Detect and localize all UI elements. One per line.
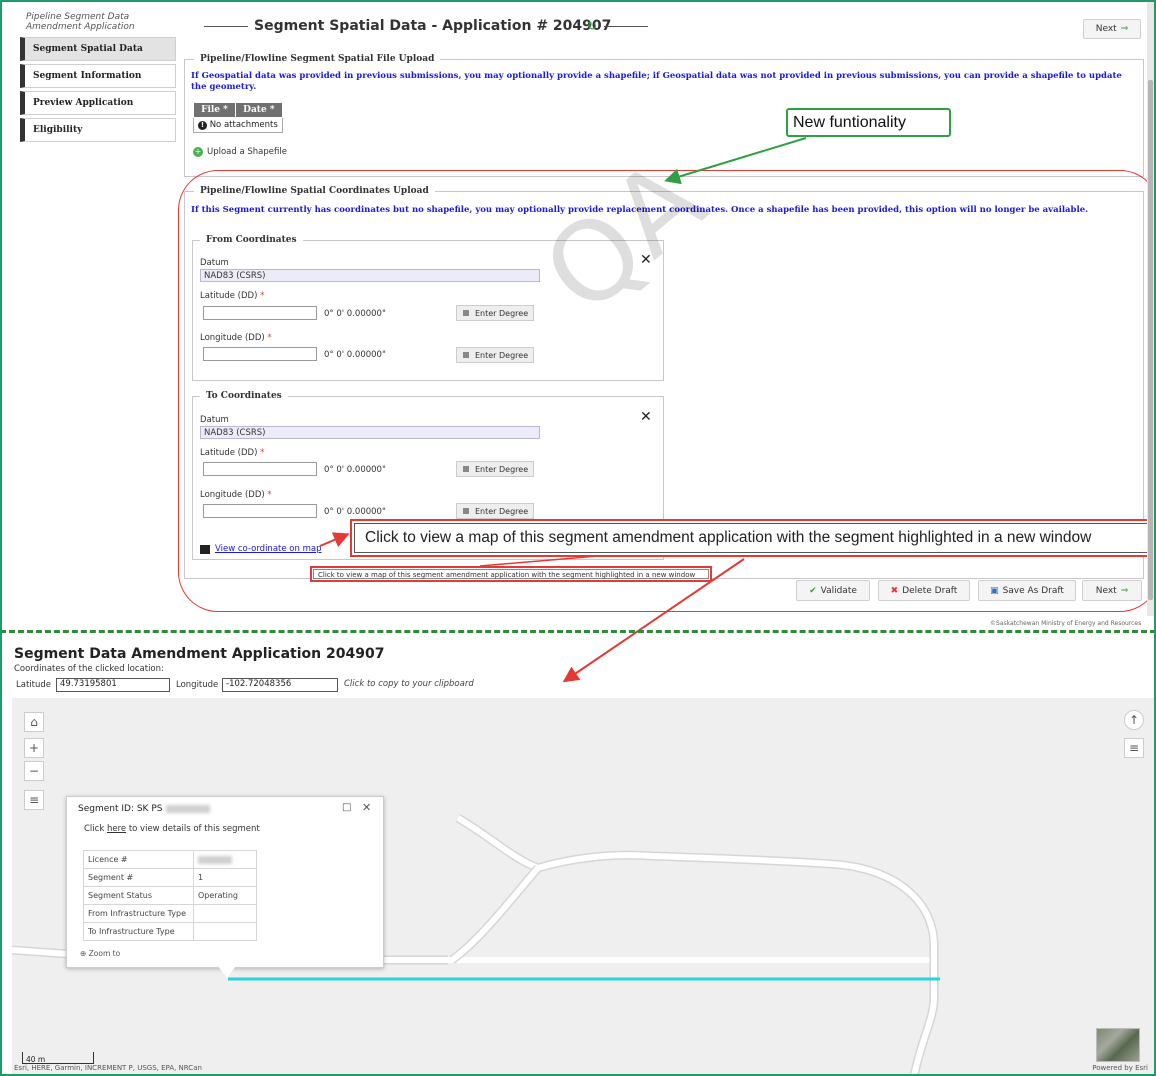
copy-to-clipboard-link[interactable]: Click to copy to your clipboard bbox=[344, 679, 474, 689]
segment-details-link[interactable]: here bbox=[107, 824, 126, 834]
redacted-licence bbox=[198, 855, 232, 864]
menu-icon[interactable]: ≡ bbox=[1124, 738, 1144, 758]
popup-pointer bbox=[218, 966, 236, 978]
compass-icon[interactable]: ↑ bbox=[1124, 710, 1144, 730]
longitude-input[interactable]: -102.72048356 bbox=[222, 678, 338, 692]
red-arrow-link bbox=[319, 532, 350, 548]
powered-by-esri: Powered by Esri bbox=[1092, 1064, 1148, 1072]
zoom-out-icon[interactable]: − bbox=[24, 761, 44, 781]
latitude-label: Latitude bbox=[16, 680, 51, 690]
table-row: Licence # bbox=[83, 850, 257, 869]
table-row: Segment #1 bbox=[83, 868, 257, 887]
window-separator bbox=[0, 630, 1156, 633]
popup-text: Click here to view details of this segme… bbox=[84, 824, 260, 834]
latitude-input[interactable]: 49.73195801 bbox=[56, 678, 170, 692]
green-arrow bbox=[664, 137, 807, 185]
table-row: Segment Status Operating bbox=[83, 886, 257, 905]
attributes-table: Licence # Segment #1 Segment Status Opera… bbox=[83, 850, 257, 941]
table-row: From Infrastructure Type bbox=[83, 904, 257, 923]
map-attribution: Esri, HERE, Garmin, INCREMENT P, USGS, E… bbox=[14, 1064, 202, 1072]
home-icon[interactable]: ⌂ bbox=[24, 712, 44, 732]
basemap-thumbnail[interactable] bbox=[1096, 1028, 1140, 1062]
close-icon[interactable]: ✕ bbox=[362, 801, 371, 814]
scale-bar: 40 m bbox=[22, 1052, 94, 1064]
map-window-subtitle: Coordinates of the clicked location: bbox=[14, 664, 164, 674]
table-row: To Infrastructure Type bbox=[83, 922, 257, 941]
map-window-title: Segment Data Amendment Application 20490… bbox=[14, 646, 385, 662]
zoom-in-icon[interactable]: + bbox=[24, 738, 44, 758]
redacted-id bbox=[166, 804, 211, 813]
zoom-to-link[interactable]: ⊕ Zoom to bbox=[80, 949, 120, 958]
popup-title: Segment ID: SK PS bbox=[78, 804, 211, 814]
red-arrow-map bbox=[562, 558, 745, 683]
longitude-label: Longitude bbox=[176, 680, 219, 690]
red-arrow-tooltip bbox=[479, 555, 599, 567]
layers-icon[interactable]: ≡ bbox=[24, 790, 44, 810]
dock-icon[interactable]: □ bbox=[342, 802, 351, 813]
